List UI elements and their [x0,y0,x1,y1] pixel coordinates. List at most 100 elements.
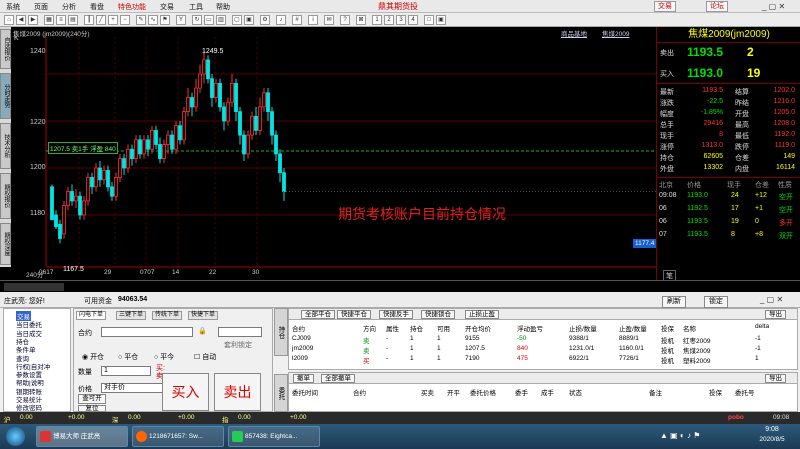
page1-icon[interactable]: 1 [372,15,382,25]
lock-icon[interactable]: ⊠ [356,15,366,25]
menu-page[interactable]: 页面 [34,2,48,12]
window-controls[interactable]: _ ▢ ✕ [762,2,785,11]
tab-option-quote[interactable]: 期权报价 [0,173,11,219]
buy-button[interactable]: 买入 [162,373,209,411]
quick-lock-button[interactable]: 快捷锁仓 [421,310,455,319]
page2-icon[interactable]: 2 [384,15,394,25]
task-chat1[interactable]: 1218671657: Sw... [132,426,224,447]
cancel-all-button[interactable]: 全部撤单 [321,374,355,383]
positions-header-cell: 合约 [292,326,305,333]
tab-watchlist[interactable]: 自选报价 [0,29,11,69]
qty-input[interactable]: 1 [101,366,151,376]
boxed-icon[interactable]: ▣ [436,15,446,25]
tray-icons[interactable]: ▲ ▣ ◐ ♪ ⚑ [660,431,700,440]
close-radio[interactable]: ○ 平仓 [118,352,138,362]
refresh-icon[interactable]: ↻ [192,15,202,25]
close-all-button[interactable]: 全部平仓 [301,310,335,319]
orders-export-button[interactable]: 导出 [765,374,786,383]
menu-tools[interactable]: 工具 [189,2,203,12]
help-icon[interactable]: ? [340,15,350,25]
zoom-out-icon[interactable]: − [120,15,130,25]
scroll-track[interactable] [4,283,64,291]
menu-analysis[interactable]: 分析 [62,2,76,12]
candle [98,167,102,181]
positions-cell: 1 [437,335,441,342]
list-icon[interactable]: ≡ [56,15,66,25]
tick-time: 07 [659,231,667,238]
flag-icon[interactable]: ⚑ [160,15,170,25]
check-openable-button[interactable]: 查可开 [78,394,106,404]
layout2-icon[interactable]: ▣ [244,15,254,25]
positions-cell[interactable]: l2009 [292,355,308,362]
layout1-icon[interactable]: ▢ [232,15,242,25]
open-radio[interactable]: ◉ 开仓 [82,352,104,362]
info-icon[interactable]: i [308,15,318,25]
tab-quick[interactable]: 快捷下单 [188,311,219,320]
contract-select[interactable] [101,327,193,337]
menu-bar: 系统 页面 分析 看盘 特色功能 交易 工具 帮助 鼎其期货投 交易 论坛 _ … [0,0,800,13]
zoom-in-icon[interactable]: + [108,15,118,25]
positions-strip[interactable]: 持仓 [274,308,288,356]
forum-button[interactable]: 论坛 [706,1,728,12]
draw-icon[interactable]: ✎ [136,15,146,25]
sell-button[interactable]: 卖出 [214,373,261,411]
menu-help[interactable]: 帮助 [216,2,230,12]
start-button[interactable] [6,427,25,446]
chart-icon[interactable]: ▤ [68,15,78,25]
menu-trade[interactable]: 交易 [160,2,174,12]
settings-icon[interactable]: ⚙ [260,15,270,25]
split-icon[interactable]: ▥ [216,15,226,25]
menu-watch[interactable]: 看盘 [90,2,104,12]
candle [142,139,146,155]
page4-icon[interactable]: 4 [408,15,418,25]
forward-icon[interactable]: ▶ [28,15,38,25]
window-icon[interactable]: ▭ [204,15,214,25]
back-icon[interactable]: ◀ [16,15,26,25]
tab-classic[interactable]: 传统下单 [152,311,183,320]
stoploss-label[interactable]: 套利锁定 [224,340,252,350]
link-commodity-base[interactable]: 商品基地 [561,28,587,38]
trade-button[interactable]: 交易 [654,1,676,12]
link-contract[interactable]: 焦煤2009 [602,28,629,38]
account-select[interactable] [218,327,262,337]
stop-loss-profit-button[interactable]: 止损止盈 [465,310,499,319]
grid-icon[interactable]: ▦ [44,15,54,25]
chat2-icon [232,431,243,442]
orders-strip[interactable]: 委托 [274,374,288,412]
kline-chart[interactable]: 焦煤2009 (jm2009)(240分) K 商品基地 焦煤2009 1240… [11,27,657,280]
cancel-order-button[interactable]: 撤单 [293,374,314,383]
task-chat2[interactable]: 857438: Eightca... [228,426,320,447]
tab-option-depth[interactable]: 期权深度 [0,223,11,265]
mail-icon[interactable]: ✉ [324,15,334,25]
bell-icon[interactable]: ♪ [276,15,286,25]
close-today-radio[interactable]: ○ 平今 [154,352,174,362]
quick-close-button[interactable]: 快捷平仓 [337,310,371,319]
positions-cell[interactable]: jm2009 [292,345,313,352]
home-icon[interactable]: ⌂ [4,15,14,25]
indicator-icon[interactable]: ∿ [148,15,158,25]
tick-nature: 空开 [779,207,793,214]
tab-three-key[interactable]: 三键下单 [116,311,147,320]
tab-flash-order[interactable]: 闪电下单 [76,311,107,320]
lock-button[interactable]: 锁定 [704,296,728,308]
tree-item-11[interactable]: 修改密码 [16,402,42,412]
positions-cell: 1 [410,345,414,352]
quick-reverse-button[interactable]: 快捷反手 [379,310,413,319]
tab-intraday[interactable]: 分时走势 [0,73,11,119]
tab-technical[interactable]: 技术分析 [0,123,11,169]
menu-features[interactable]: 特色功能 [118,2,146,12]
kline-icon[interactable]: ┃ [84,15,94,25]
calc-icon[interactable]: # [292,15,302,25]
cup-icon[interactable]: Y [176,15,186,25]
line-icon[interactable]: ╱ [96,15,106,25]
menu-system[interactable]: 系统 [6,2,20,12]
panel-controls[interactable]: _ ▢ ✕ [760,295,783,304]
task-boyi[interactable]: 博易大师 庄武亮 [36,426,128,447]
page3-icon[interactable]: 3 [396,15,406,25]
refresh-button[interactable]: 刷新 [662,296,686,308]
reset-button[interactable]: 复位 [78,405,106,412]
positions-export-button[interactable]: 导出 [765,310,786,319]
auto-checkbox[interactable]: ☐ 自动 [194,352,216,362]
positions-cell[interactable]: CJ009 [292,335,311,342]
square-icon[interactable]: □ [424,15,434,25]
